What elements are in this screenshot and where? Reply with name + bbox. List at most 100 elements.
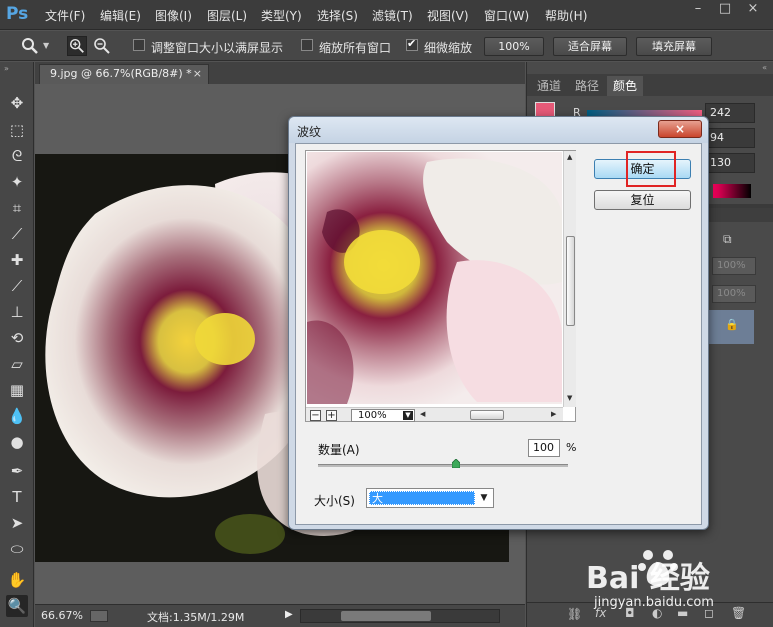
healing-icon[interactable]: ✚ bbox=[6, 249, 28, 271]
move-icon[interactable]: ✥ bbox=[6, 92, 28, 114]
preview-horizontal-thumb[interactable] bbox=[470, 410, 504, 420]
hand-icon[interactable]: ✋ bbox=[6, 569, 28, 591]
scroll-right-icon[interactable]: ▶ bbox=[551, 410, 556, 418]
type-icon[interactable]: T bbox=[6, 486, 28, 508]
menu-window[interactable]: 窗口(W) bbox=[484, 7, 529, 24]
ripple-dialog: 波纹 × ▲ ▼ − + 100% ▼ ◀ ▶ 确定 复位 数量(A) 100 … bbox=[288, 116, 709, 530]
document-tab[interactable]: 9.jpg @ 66.7%(RGB/8#) * × bbox=[39, 64, 209, 84]
crop-icon[interactable]: ⌗ bbox=[6, 197, 28, 219]
tab-channels[interactable]: 通道 bbox=[531, 76, 567, 96]
amount-input[interactable]: 100 bbox=[528, 439, 560, 457]
tab-paths[interactable]: 路径 bbox=[569, 76, 605, 96]
zoom-tool-icon[interactable] bbox=[20, 36, 40, 56]
menu-layer[interactable]: 图层(L) bbox=[207, 7, 247, 24]
close-window-button[interactable]: × bbox=[740, 2, 766, 18]
pen-icon[interactable]: ✒ bbox=[6, 460, 28, 482]
zoom-icon[interactable]: 🔍 bbox=[6, 595, 28, 617]
zoom-level[interactable]: 66.67% bbox=[41, 609, 83, 622]
filter-preview[interactable] bbox=[307, 152, 562, 404]
actual-pixels-button[interactable]: 100% bbox=[484, 37, 544, 56]
menu-type[interactable]: 类型(Y) bbox=[261, 7, 302, 24]
zoom-all-windows-checkbox[interactable] bbox=[301, 39, 313, 51]
amount-unit: % bbox=[566, 441, 577, 454]
options-bar: ▼ 调整窗口大小以满屏显示 缩放所有窗口 细微缩放 100% 适合屏幕 填充屏幕 bbox=[0, 31, 773, 61]
dodge-icon[interactable]: ● bbox=[6, 431, 28, 453]
eyedropper-icon[interactable]: ⟋ bbox=[6, 223, 28, 245]
reset-button[interactable]: 复位 bbox=[594, 190, 691, 210]
document-tab-strip: 9.jpg @ 66.7%(RGB/8#) * × bbox=[35, 62, 525, 84]
ok-highlight-box bbox=[626, 151, 676, 187]
preview-vertical-scrollbar[interactable]: ▲ ▼ bbox=[563, 151, 576, 407]
color-ramp[interactable] bbox=[713, 184, 751, 198]
resize-windows-label: 调整窗口大小以满屏显示 bbox=[151, 41, 284, 55]
tools-panel: » ✥ ⬚ ᘓ ✦ ⌗ ⟋ ✚ ⟋ ⊥ ⟲ ▱ ▦ 💧 ● ✒ T ➤ ⬭ ✋ … bbox=[0, 62, 34, 627]
dialog-body: ▲ ▼ − + 100% ▼ ◀ ▶ 确定 复位 数量(A) 100 % 大小(… bbox=[295, 143, 702, 525]
horizontal-scrollbar[interactable] bbox=[300, 609, 500, 623]
close-document-icon[interactable]: × bbox=[193, 65, 202, 83]
history-brush-icon[interactable]: ⟲ bbox=[6, 327, 28, 349]
amount-slider-track[interactable] bbox=[318, 464, 568, 467]
blur-icon[interactable]: 💧 bbox=[6, 405, 28, 427]
menu-help[interactable]: 帮助(H) bbox=[545, 7, 587, 24]
layer-row-selected[interactable]: 🔒 bbox=[709, 310, 754, 344]
scroll-left-icon[interactable]: ◀ bbox=[420, 410, 425, 418]
dialog-titlebar[interactable]: 波纹 × bbox=[289, 117, 708, 143]
menu-file[interactable]: 文件(F) bbox=[45, 7, 85, 24]
status-menu-arrow-icon[interactable]: ▶ bbox=[285, 609, 293, 620]
status-icon[interactable] bbox=[90, 610, 108, 622]
fill-screen-button[interactable]: 填充屏幕 bbox=[636, 37, 712, 56]
size-label: 大小(S) bbox=[314, 494, 355, 508]
menu-filter[interactable]: 滤镜(T) bbox=[372, 7, 413, 24]
menu-bar: Ps 文件(F) 编辑(E) 图像(I) 图层(L) 类型(Y) 选择(S) 滤… bbox=[0, 0, 773, 30]
scrubby-zoom-checkbox[interactable] bbox=[406, 37, 418, 51]
dialog-title: 波纹 bbox=[297, 125, 322, 139]
amount-slider-thumb[interactable] bbox=[451, 459, 460, 468]
fill-field[interactable]: 100% bbox=[712, 285, 756, 303]
gradient-icon[interactable]: ▦ bbox=[6, 379, 28, 401]
magic-wand-icon[interactable]: ✦ bbox=[6, 171, 28, 193]
preview-vertical-thumb[interactable] bbox=[566, 236, 575, 326]
shape-icon[interactable]: ⬭ bbox=[6, 538, 28, 560]
scroll-up-icon[interactable]: ▲ bbox=[567, 153, 572, 161]
zoom-out-icon[interactable] bbox=[92, 36, 112, 56]
tab-color[interactable]: 颜色 bbox=[607, 76, 644, 96]
dialog-close-button[interactable]: × bbox=[658, 120, 702, 138]
menu-image[interactable]: 图像(I) bbox=[155, 7, 192, 24]
minimize-button[interactable]: – bbox=[685, 2, 711, 18]
zoom-dropdown-arrow-icon[interactable]: ▼ bbox=[403, 411, 413, 420]
size-dropdown-arrow-icon[interactable]: ▼ bbox=[478, 492, 490, 504]
maximize-button[interactable]: □ bbox=[712, 2, 738, 18]
fit-screen-button[interactable]: 适合屏幕 bbox=[553, 37, 627, 56]
link-layers-icon[interactable]: ⛓ bbox=[567, 607, 582, 621]
menu-edit[interactable]: 编辑(E) bbox=[100, 7, 141, 24]
opacity-field[interactable]: 100% bbox=[712, 257, 756, 275]
blue-value[interactable]: 130 bbox=[705, 153, 755, 173]
clone-stamp-icon[interactable]: ⊥ bbox=[6, 301, 28, 323]
eraser-icon[interactable]: ▱ bbox=[6, 353, 28, 375]
scroll-down-icon[interactable]: ▼ bbox=[567, 394, 572, 402]
horizontal-scroll-thumb[interactable] bbox=[341, 611, 431, 621]
red-value[interactable]: 242 bbox=[705, 103, 755, 123]
scrubby-zoom-label: 细微缩放 bbox=[424, 41, 473, 55]
lasso-icon[interactable]: ᘓ bbox=[6, 145, 28, 167]
panel-collapse-icon[interactable]: « bbox=[762, 63, 767, 72]
photoshop-logo: Ps bbox=[6, 4, 29, 24]
lock-pixels-icon[interactable]: ⧉ bbox=[723, 232, 732, 247]
brush-icon[interactable]: ⟋ bbox=[6, 275, 28, 297]
zoom-out-preview-button[interactable]: − bbox=[310, 410, 321, 421]
path-select-icon[interactable]: ➤ bbox=[6, 512, 28, 534]
preview-zoom-combo[interactable]: 100% ▼ bbox=[351, 409, 415, 422]
watermark-url: jingyan.baidu.com bbox=[594, 595, 714, 610]
tool-preset-arrow-icon[interactable]: ▼ bbox=[43, 41, 49, 50]
zoom-in-preview-button[interactable]: + bbox=[326, 410, 337, 421]
green-value[interactable]: 94 bbox=[705, 128, 755, 148]
collapse-arrows-icon[interactable]: » bbox=[4, 64, 9, 73]
document-tab-title: 9.jpg @ 66.7%(RGB/8#) * bbox=[50, 67, 192, 80]
panel-tab-bar: 通道 路径 颜色 bbox=[527, 74, 773, 96]
size-select[interactable]: 大 ▼ bbox=[366, 488, 494, 508]
menu-view[interactable]: 视图(V) bbox=[427, 7, 469, 24]
zoom-in-icon[interactable] bbox=[67, 36, 87, 56]
marquee-icon[interactable]: ⬚ bbox=[6, 119, 28, 141]
menu-select[interactable]: 选择(S) bbox=[317, 7, 358, 24]
resize-windows-checkbox[interactable] bbox=[133, 39, 145, 51]
